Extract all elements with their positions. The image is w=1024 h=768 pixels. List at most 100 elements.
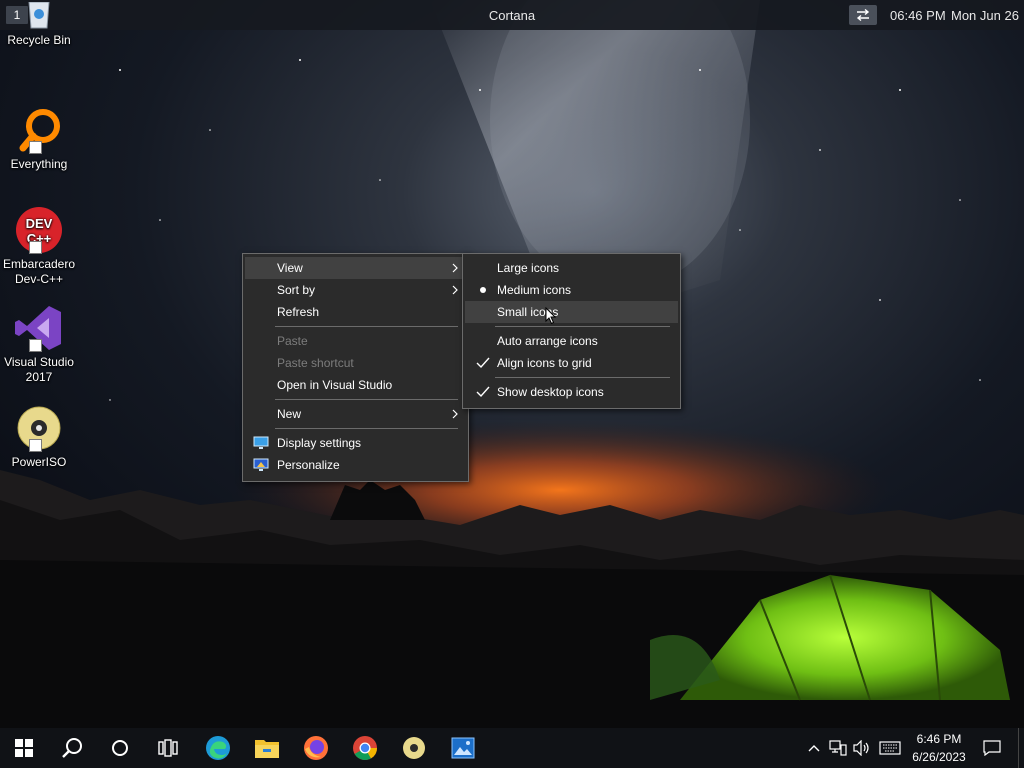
shortcut-arrow-icon xyxy=(29,141,42,154)
network-icon xyxy=(829,740,847,756)
bullet-icon xyxy=(480,287,486,293)
taskbar-firefox[interactable] xyxy=(292,728,340,768)
menu-item-new[interactable]: New xyxy=(245,403,466,425)
display-icon xyxy=(253,436,269,449)
menu-item-label: Large icons xyxy=(497,261,560,275)
taskbar-edge[interactable] xyxy=(194,728,242,768)
mouse-cursor-icon xyxy=(545,307,557,325)
chevron-right-icon xyxy=(452,263,458,273)
taskbar-photos[interactable] xyxy=(439,728,487,768)
menu-item-label: Refresh xyxy=(277,305,320,319)
firefox-icon xyxy=(304,736,328,760)
volume-icon xyxy=(853,740,869,756)
checkmark-icon xyxy=(476,357,490,369)
menu-separator xyxy=(275,326,458,327)
search-button[interactable] xyxy=(48,728,96,768)
topbar-time: 06:46 PM xyxy=(890,8,946,23)
chrome-icon xyxy=(353,736,377,761)
menu-separator xyxy=(495,377,670,378)
desktop-icon-devcpp[interactable]: DEV C++ Embarcadero Dev-C++ xyxy=(0,206,78,287)
menu-item-label: Align icons to grid xyxy=(497,356,592,370)
menu-item-label: Paste xyxy=(277,334,308,348)
magnifier-icon xyxy=(15,106,63,154)
taskbar-file-explorer[interactable] xyxy=(243,728,291,768)
chevron-right-icon xyxy=(452,285,458,295)
desktop-icon-label: PowerISO xyxy=(11,455,67,469)
devcpp-icon: DEV C++ xyxy=(15,206,63,254)
taskbar-poweriso[interactable] xyxy=(390,728,438,768)
show-desktop-button[interactable] xyxy=(1018,728,1024,768)
desktop-icon-label: Recycle Bin xyxy=(7,33,71,47)
menu-item-label: Auto arrange icons xyxy=(497,334,598,348)
menu-item-label: Show desktop icons xyxy=(497,385,604,399)
menu-item-open-in-visual-studio[interactable]: Open in Visual Studio xyxy=(245,374,466,396)
svg-text:DEV: DEV xyxy=(26,216,53,231)
disc-icon xyxy=(15,404,63,452)
desktop-icon-label: Embarcadero Dev-C++ xyxy=(2,257,76,286)
menu-item-view[interactable]: View xyxy=(245,257,466,279)
checkmark-icon xyxy=(476,386,490,398)
top-bar: 1 Cortana 06:46 PM Mon Jun 26 xyxy=(0,0,1024,30)
task-view-icon xyxy=(158,739,178,757)
keyboard-button[interactable] xyxy=(878,738,902,758)
menu-item-paste: Paste xyxy=(245,330,466,352)
desktop-icon-label: Everything xyxy=(10,157,68,171)
taskbar-clock-date[interactable]: 6/26/2023 xyxy=(900,750,978,764)
notification-icon xyxy=(983,740,1001,756)
menu-separator xyxy=(495,326,670,327)
submenu-item-show-desktop-icons[interactable]: Show desktop icons xyxy=(465,381,678,403)
menu-item-label: New xyxy=(277,407,302,421)
menu-item-label: Display settings xyxy=(277,436,362,450)
chevron-up-icon xyxy=(808,745,820,752)
cortana-button[interactable] xyxy=(96,728,144,768)
submenu-item-auto-arrange[interactable]: Auto arrange icons xyxy=(465,330,678,352)
desktop-icon-everything[interactable]: Everything xyxy=(0,106,78,172)
network-button[interactable] xyxy=(828,738,848,758)
menu-item-display-settings[interactable]: Display settings xyxy=(245,432,466,454)
swap-arrows-icon xyxy=(856,9,870,21)
poweriso-icon xyxy=(403,737,425,759)
menu-item-label: Medium icons xyxy=(497,283,572,297)
shortcut-arrow-icon xyxy=(29,241,42,254)
search-icon xyxy=(62,738,82,758)
recycle-bin-icon xyxy=(15,1,63,30)
menu-item-sort-by[interactable]: Sort by xyxy=(245,279,466,301)
submenu-item-align-to-grid[interactable]: Align icons to grid xyxy=(465,352,678,374)
desktop-icon-recycle-bin[interactable]: Recycle Bin xyxy=(0,1,78,48)
menu-item-paste-shortcut: Paste shortcut xyxy=(245,352,466,374)
menu-item-label: Open in Visual Studio xyxy=(277,378,393,392)
desktop-icon-visual-studio[interactable]: Visual Studio 2017 xyxy=(0,304,78,385)
menu-separator xyxy=(275,428,458,429)
shortcut-arrow-icon xyxy=(29,439,42,452)
submenu-item-large-icons[interactable]: Large icons xyxy=(465,257,678,279)
menu-item-label: Paste shortcut xyxy=(277,356,354,370)
volume-button[interactable] xyxy=(852,738,872,758)
taskbar: 6:46 PM 6/26/2023 xyxy=(0,728,1024,768)
topbar-date: Mon Jun 26 xyxy=(951,8,1019,23)
menu-separator xyxy=(275,399,458,400)
menu-item-label: Sort by xyxy=(277,283,316,297)
start-icon xyxy=(15,739,33,757)
menu-item-personalize[interactable]: Personalize xyxy=(245,454,466,476)
start-button[interactable] xyxy=(0,728,48,768)
photos-icon xyxy=(451,737,475,759)
menu-item-label: Personalize xyxy=(277,458,340,472)
view-submenu: Large icons Medium icons Small icons Aut… xyxy=(462,253,681,409)
action-center-button[interactable] xyxy=(982,738,1002,758)
personalize-icon xyxy=(253,458,269,471)
desktop-icon-poweriso[interactable]: PowerISO xyxy=(0,404,78,470)
visual-studio-icon xyxy=(15,304,63,352)
taskbar-chrome[interactable] xyxy=(341,728,389,768)
submenu-item-small-icons[interactable]: Small icons xyxy=(465,301,678,325)
edge-icon xyxy=(206,736,230,760)
keyboard-icon xyxy=(879,741,901,755)
desktop-context-menu: View Sort by Refresh Paste Paste shortcu… xyxy=(242,253,469,482)
switch-window-button[interactable] xyxy=(849,5,877,25)
menu-item-label: View xyxy=(277,261,303,275)
chevron-right-icon xyxy=(452,409,458,419)
submenu-item-medium-icons[interactable]: Medium icons xyxy=(465,279,678,301)
taskbar-clock-time[interactable]: 6:46 PM xyxy=(900,732,978,746)
task-view-button[interactable] xyxy=(144,728,192,768)
show-hidden-icons-button[interactable] xyxy=(806,738,822,758)
menu-item-refresh[interactable]: Refresh xyxy=(245,301,466,323)
